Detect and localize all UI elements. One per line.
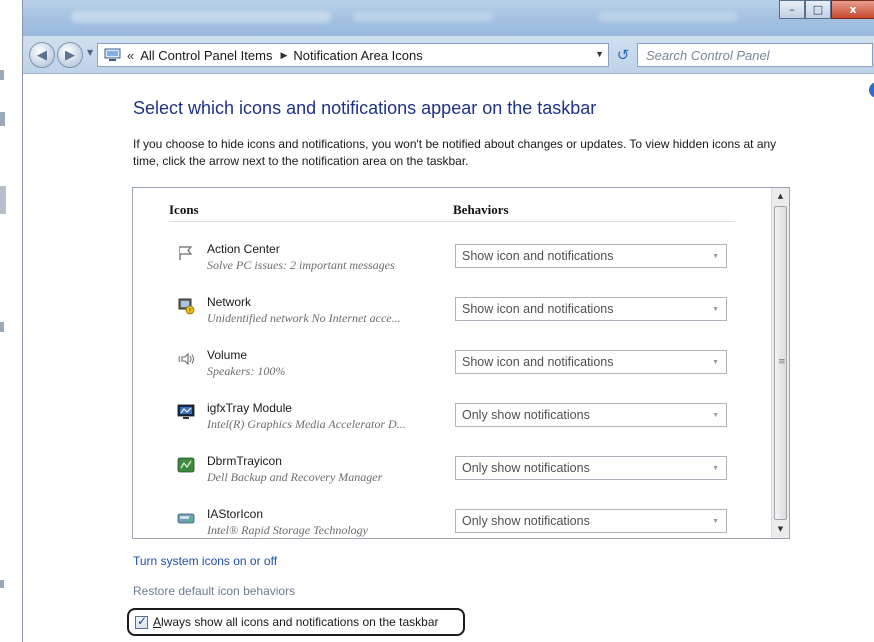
control-panel-window: – □ x ◀ ▶ ▼ « All Control Panel Items ▶ … (22, 0, 874, 642)
selected-behavior: Show icon and notifications (462, 355, 614, 369)
network-icon: ! (178, 298, 195, 315)
item-description: Speakers: 100% (207, 364, 286, 378)
breadcrumb-all-control-panel-items[interactable]: All Control Panel Items (140, 48, 272, 63)
item-description: Solve PC issues: 2 important messages (207, 258, 395, 272)
title-bar[interactable]: – □ x (23, 0, 874, 36)
always-show-checkbox[interactable]: ✓ (135, 613, 148, 629)
flag-icon (179, 246, 193, 260)
item-name: Volume (207, 348, 248, 362)
chevron-down-icon: ▼ (712, 253, 719, 260)
list-item-igfxtray-module: igfxTray Module Intel(R) Graphics Media … (133, 401, 773, 453)
grip-icon: ≡ (778, 357, 786, 367)
item-name: IAStorIcon (207, 507, 264, 521)
item-name: igfxTray Module (207, 401, 292, 415)
close-button[interactable]: x (831, 0, 874, 19)
caption-buttons: – □ x (779, 0, 874, 20)
list-item-action-center: Action Center Solve PC issues: 2 importa… (133, 242, 773, 294)
search-placeholder: Search Control Panel (646, 48, 770, 63)
item-description: Intel(R) Graphics Media Accelerator D... (207, 417, 406, 431)
icons-behaviors-list[interactable]: Icons Behaviors Action Center Solve PC i… (132, 187, 790, 539)
search-input[interactable]: Search Control Panel (637, 43, 873, 67)
item-description: Unidentified network No Internet acce... (207, 311, 401, 325)
item-description: Intel® Rapid Storage Technology (207, 523, 368, 537)
behavior-dropdown[interactable]: Show icon and notifications ▼ (455, 244, 727, 268)
minimize-button[interactable]: – (779, 0, 805, 19)
storage-icon (177, 513, 195, 524)
chevron-down-icon: ▼ (712, 465, 719, 472)
chevron-down-icon: ▼ (712, 306, 719, 313)
column-header-behaviors: Behaviors (453, 202, 509, 217)
behavior-dropdown[interactable]: Only show notifications ▼ (455, 456, 727, 480)
selected-behavior: Only show notifications (462, 461, 590, 475)
item-description: Dell Backup and Recovery Manager (207, 470, 383, 484)
background-window-edge (0, 0, 22, 642)
scroll-down-arrow-icon[interactable]: ▼ (772, 521, 789, 538)
back-button[interactable]: ◀ (29, 42, 55, 68)
address-dropdown-icon[interactable]: ▼ (595, 49, 604, 59)
turn-system-icons-link[interactable]: Turn system icons on or off (133, 554, 277, 568)
behavior-dropdown[interactable]: Only show notifications ▼ (455, 403, 727, 427)
speaker-icon (178, 352, 194, 366)
selected-behavior: Show icon and notifications (462, 302, 614, 316)
svg-text:!: ! (189, 308, 191, 315)
always-show-label[interactable]: Always show all icons and notifications … (153, 615, 439, 629)
behavior-dropdown[interactable]: Show icon and notifications ▼ (455, 350, 727, 374)
restore-default-behaviors-link[interactable]: Restore default icon behaviors (133, 584, 295, 598)
breadcrumb-separator-icon[interactable]: ▶ (280, 50, 287, 61)
list-header: Icons Behaviors (169, 202, 735, 222)
behavior-dropdown[interactable]: Show icon and notifications ▼ (455, 297, 727, 321)
chevron-down-icon: ▼ (712, 412, 719, 419)
address-bar[interactable]: « All Control Panel Items ▶ Notification… (97, 43, 609, 67)
item-name: DbrmTrayicon (207, 454, 282, 468)
maximize-button[interactable]: □ (805, 0, 831, 19)
list-item-iastoricon: IAStorIcon Intel® Rapid Storage Technolo… (133, 507, 773, 538)
navigation-bar: ◀ ▶ ▼ « All Control Panel Items ▶ Notifi… (23, 36, 874, 74)
chevron-down-icon: ▼ (712, 359, 719, 366)
column-header-icons: Icons (169, 202, 199, 217)
forward-button[interactable]: ▶ (57, 42, 83, 68)
checkmark-icon: ✓ (137, 613, 148, 628)
scroll-up-arrow-icon[interactable]: ▲ (772, 188, 789, 205)
page-description: If you choose to hide icons and notifica… (133, 137, 777, 168)
list-item-network: ! Network Unidentified network No Intern… (133, 295, 773, 347)
vertical-scrollbar[interactable]: ▲ ≡ ▼ (771, 188, 789, 538)
chevron-down-icon: ▼ (712, 518, 719, 525)
breadcrumb-notification-area-icons[interactable]: Notification Area Icons (293, 48, 422, 63)
list-item-volume: Volume Speakers: 100% Show icon and noti… (133, 348, 773, 400)
address-overflow-chevron[interactable]: « (127, 48, 134, 63)
item-name: Action Center (207, 242, 280, 256)
always-show-all-icons-option[interactable]: ✓ Always show all icons and notification… (127, 608, 465, 636)
monitor-icon (177, 404, 195, 419)
scrollbar-thumb[interactable]: ≡ (774, 206, 787, 520)
computer-icon (104, 48, 121, 61)
selected-behavior: Only show notifications (462, 408, 590, 422)
main-content: Select which icons and notifications app… (23, 74, 874, 642)
recent-pages-dropdown-icon[interactable]: ▼ (87, 48, 93, 57)
selected-behavior: Show icon and notifications (462, 249, 614, 263)
backup-icon (177, 457, 195, 473)
list-item-dbrmtrayicon: DbrmTrayicon Dell Backup and Recovery Ma… (133, 454, 773, 506)
behavior-dropdown[interactable]: Only show notifications ▼ (455, 509, 727, 533)
item-name: Network (207, 295, 252, 309)
refresh-icon[interactable]: ↺ (611, 43, 635, 67)
page-title: Select which icons and notifications app… (133, 98, 597, 118)
selected-behavior: Only show notifications (462, 514, 590, 528)
